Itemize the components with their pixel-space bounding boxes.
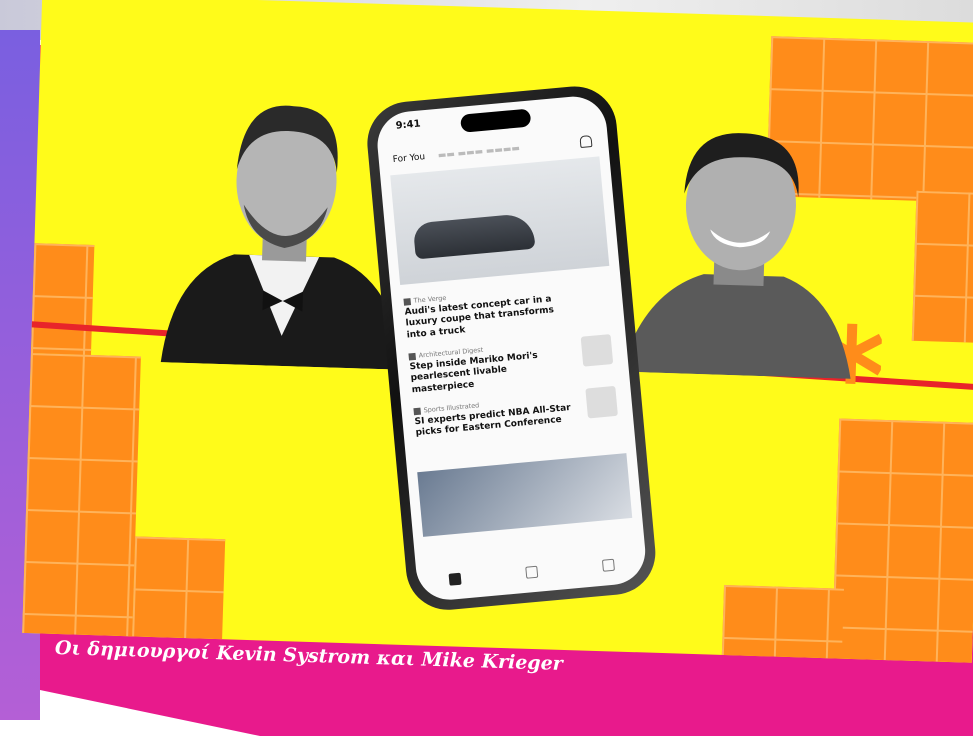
source-icon — [408, 352, 416, 361]
tab-placeholder: ▬▬ ▬▬▬ ▬▬▬▬ — [437, 143, 521, 161]
bell-icon — [579, 135, 593, 149]
article-thumbnail — [580, 334, 614, 367]
hero-photo: 9:41 For You ▬▬ ▬▬▬ ▬▬▬▬ The Verge Audi'… — [22, 0, 973, 663]
article-thumbnail — [585, 385, 618, 419]
person-right — [620, 133, 851, 379]
article-1: The Verge Audi's latest concept car in a… — [403, 283, 566, 341]
article-image — [390, 156, 610, 285]
explore-icon — [525, 565, 539, 579]
feed-tabs: For You ▬▬ ▬▬▬ ▬▬▬▬ — [392, 144, 520, 166]
grid-block — [911, 190, 973, 344]
source-icon — [413, 407, 421, 415]
article-source: The Verge — [413, 293, 447, 305]
grid-block — [22, 353, 141, 637]
status-time: 9:41 — [395, 118, 422, 132]
grid-block — [831, 418, 973, 663]
car-image — [412, 212, 536, 260]
tab-for-you: For You — [392, 152, 426, 166]
article-3: Sports Illustrated SI experts predict NB… — [413, 393, 575, 440]
source-icon — [403, 297, 412, 306]
phone-screen: 9:41 For You ▬▬ ▬▬▬ ▬▬▬▬ The Verge Audi'… — [374, 93, 649, 603]
grid-block — [132, 536, 226, 640]
home-icon — [448, 572, 462, 586]
dynamic-island — [460, 108, 532, 133]
profile-icon — [601, 558, 615, 572]
smartphone: 9:41 For You ▬▬ ▬▬▬ ▬▬▬▬ The Verge Audi'… — [363, 82, 659, 614]
grid-block — [721, 584, 844, 663]
article-image — [417, 453, 633, 537]
grid-block — [30, 243, 95, 355]
article-2: Architectural Digest Step inside Mariko … — [408, 338, 571, 396]
